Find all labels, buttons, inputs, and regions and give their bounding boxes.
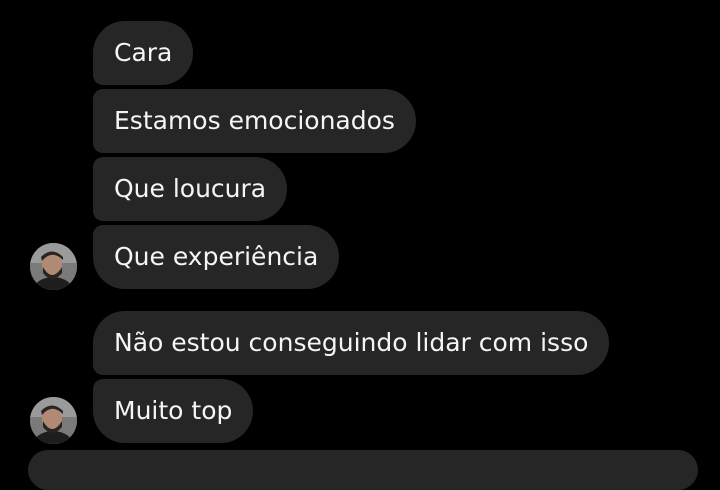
avatar-photo [30, 243, 77, 290]
message-bubble[interactable]: Muito top [93, 379, 254, 443]
message-text: Não estou conseguindo lidar com isso [114, 328, 589, 357]
chat-screen: { "conversation": { "group1": [ "Cara", … [0, 0, 720, 490]
message-text: Estamos emocionados [114, 106, 395, 135]
message-text: Muito top [114, 396, 233, 425]
message-bubble[interactable]: Que experiência [93, 225, 340, 289]
message-text: Cara [114, 38, 173, 67]
message-bubble[interactable]: Não estou conseguindo lidar com isso [93, 311, 610, 375]
avatar[interactable] [30, 243, 77, 290]
message-bubble[interactable]: Que loucura [93, 157, 288, 221]
avatar-photo [30, 397, 77, 444]
message-text: Que experiência [114, 242, 319, 271]
message-text: Que loucura [114, 174, 267, 203]
avatar[interactable] [30, 397, 77, 444]
message-bubble[interactable]: Cara [93, 21, 194, 85]
message-bubble-partial[interactable] [28, 450, 698, 490]
message-bubble[interactable]: Estamos emocionados [93, 89, 416, 153]
